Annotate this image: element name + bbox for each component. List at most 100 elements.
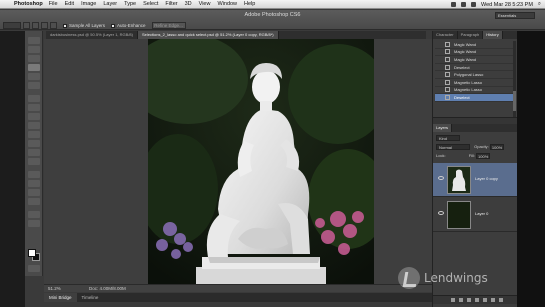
lock-row: Lock: Fill: 100%: [436, 152, 516, 159]
tab-selections-lasso[interactable]: Selections_2_lasso and quick select.psd …: [138, 31, 279, 39]
menu-help[interactable]: Help: [244, 1, 255, 7]
blend-mode-select[interactable]: Normal: [436, 143, 470, 150]
wifi-icon[interactable]: [451, 2, 457, 7]
adjustment-icon[interactable]: [475, 298, 479, 302]
clone-stamp-icon[interactable]: [28, 113, 40, 120]
document-canvas[interactable]: [148, 39, 374, 284]
desktop-left: [0, 31, 25, 307]
history-item[interactable]: Magnetic Lasso: [435, 79, 514, 87]
zoom-level[interactable]: 51.2%: [48, 285, 61, 292]
layers-footer: [433, 295, 518, 304]
marquee-tool-icon[interactable]: [28, 46, 40, 53]
tab-darkisbusiness[interactable]: darkisbusiness.psd @ 50.5% (Layer 1, RGB…: [46, 31, 138, 39]
tab-character[interactable]: Character: [433, 31, 458, 39]
app-menu[interactable]: Photoshop: [14, 1, 43, 7]
zoom-tool-icon[interactable]: [28, 220, 40, 227]
new-layer-icon[interactable]: [491, 298, 495, 302]
history-scrollbar[interactable]: [513, 41, 516, 117]
layer-row[interactable]: Layer 0: [433, 198, 518, 232]
canvas-area[interactable]: [44, 39, 432, 284]
opacity-field[interactable]: 100%: [489, 143, 504, 150]
brush-tool-icon[interactable]: [28, 104, 40, 111]
menu-filter[interactable]: Filter: [165, 1, 177, 7]
tab-layers[interactable]: Layers: [433, 124, 453, 132]
blur-tool-icon[interactable]: [28, 149, 40, 156]
layer-name: Layer 0: [475, 211, 489, 216]
history-brush-icon[interactable]: [28, 122, 40, 129]
foreground-color-swatch[interactable]: [28, 249, 36, 257]
pen-tool-icon[interactable]: [28, 171, 40, 178]
spotlight-icon[interactable]: ⌕: [538, 1, 541, 8]
path-select-tool-icon[interactable]: [28, 189, 40, 196]
lasso-tool-icon[interactable]: [28, 55, 40, 62]
fx-icon[interactable]: [459, 298, 463, 302]
add-selection-button[interactable]: [32, 22, 39, 29]
fill-label: Fill:: [468, 153, 475, 158]
bottom-panel-tabs: Mini Bridge Timeline: [44, 293, 432, 302]
menu-clock[interactable]: Wed Mar 28 5:23 PM: [481, 2, 533, 8]
history-item[interactable]: Deselect: [435, 64, 514, 72]
mask-icon[interactable]: [467, 298, 471, 302]
history-item[interactable]: Magic Wand: [435, 56, 514, 64]
refine-edge-button[interactable]: Refine Edge...: [151, 22, 186, 29]
auto-enhance-label: Auto-Enhance: [117, 23, 146, 28]
layer-row-selected[interactable]: Layer 0 copy: [433, 163, 518, 197]
menu-type[interactable]: Type: [124, 1, 136, 7]
desktop-right: [517, 31, 545, 307]
history-item[interactable]: Magic Wand: [435, 49, 514, 57]
layer-filter-row: Kind: [436, 134, 460, 141]
trash-icon[interactable]: [499, 298, 503, 302]
move-tool-icon[interactable]: [28, 37, 40, 44]
battery-icon[interactable]: [471, 2, 477, 7]
eraser-tool-icon[interactable]: [28, 131, 40, 138]
options-bar: Adobe Photoshop CS6 Essentials Sample Al…: [0, 10, 545, 30]
eyedropper-tool-icon[interactable]: [28, 82, 40, 89]
auto-enhance-checkbox[interactable]: [111, 23, 116, 28]
brush-picker[interactable]: [50, 22, 57, 29]
type-tool-icon[interactable]: [28, 180, 40, 187]
menu-view[interactable]: View: [199, 1, 211, 7]
dodge-tool-icon[interactable]: [28, 158, 40, 165]
tab-history[interactable]: History: [483, 31, 503, 39]
history-item[interactable]: Polygonal Lasso: [435, 71, 514, 79]
new-selection-button[interactable]: [23, 22, 30, 29]
history-item[interactable]: Magnetic Lasso: [435, 87, 514, 95]
quick-select-tool-icon[interactable]: [28, 64, 40, 71]
sample-all-layers-label: Sample All Layers: [69, 23, 106, 28]
workspace-switcher[interactable]: Essentials: [495, 12, 535, 19]
folder-icon[interactable]: [483, 298, 487, 302]
tab-mini-bridge[interactable]: Mini Bridge: [44, 293, 77, 302]
volume-icon[interactable]: [461, 2, 467, 7]
healing-brush-icon[interactable]: [28, 95, 40, 102]
tab-paragraph[interactable]: Paragraph: [458, 31, 484, 39]
tool-preset-picker[interactable]: [3, 22, 21, 29]
menu-image[interactable]: Image: [81, 1, 96, 7]
history-item[interactable]: Magic Wand: [435, 41, 514, 49]
quick-mask-icon[interactable]: [28, 265, 40, 272]
doc-size[interactable]: Doc: 4.00M/8.00M: [89, 285, 126, 292]
scroll-thumb[interactable]: [513, 91, 516, 111]
menu-3d[interactable]: 3D: [185, 1, 192, 7]
shape-tool-icon[interactable]: [28, 198, 40, 205]
menu-window[interactable]: Window: [217, 1, 237, 7]
menu-file[interactable]: File: [49, 1, 58, 7]
polygonal-lasso-icon: [445, 72, 450, 78]
eye-icon[interactable]: [438, 211, 444, 215]
menu-layer[interactable]: Layer: [103, 1, 117, 7]
fill-field[interactable]: 100%: [476, 152, 491, 159]
hand-tool-icon[interactable]: [28, 211, 40, 218]
deselect-icon: [445, 64, 450, 70]
gradient-tool-icon[interactable]: [28, 140, 40, 147]
history-item-selected[interactable]: Deselect: [435, 94, 514, 102]
eye-icon[interactable]: [438, 176, 444, 180]
subtract-selection-button[interactable]: [41, 22, 48, 29]
magnetic-lasso-icon: [445, 87, 450, 93]
menu-edit[interactable]: Edit: [65, 1, 74, 7]
layer-kind-filter[interactable]: Kind: [436, 134, 460, 141]
menu-select[interactable]: Select: [143, 1, 158, 7]
tab-timeline[interactable]: Timeline: [77, 293, 104, 302]
sample-all-layers-checkbox[interactable]: [63, 23, 67, 28]
deselect-icon: [445, 94, 450, 100]
link-icon[interactable]: [451, 298, 455, 302]
crop-tool-icon[interactable]: [28, 73, 40, 80]
